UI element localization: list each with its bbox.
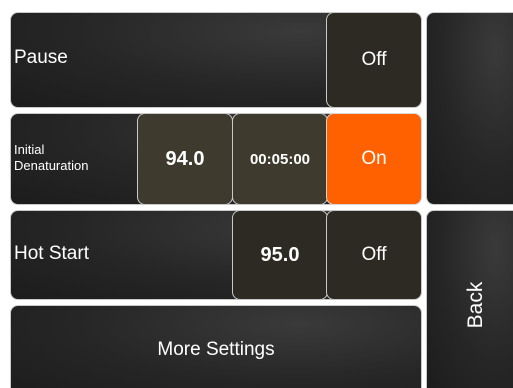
initial-denaturation-label: Initial Denaturation	[14, 142, 88, 174]
initial-denaturation-time-button[interactable]: 00:05:00	[232, 113, 328, 205]
hot-start-label: Hot Start	[14, 243, 89, 264]
initial-denaturation-toggle-button[interactable]: On	[326, 113, 422, 205]
back-label: Back	[464, 281, 487, 329]
hot-start-toggle-button[interactable]: Off	[326, 210, 422, 300]
initial-denaturation-label-line1: Initial	[14, 142, 45, 157]
more-settings-button[interactable]: More Settings	[10, 305, 422, 388]
initial-denaturation-temperature-button[interactable]: 94.0	[137, 113, 233, 205]
more-settings-label: More Settings	[157, 339, 275, 360]
initial-denaturation-label-line2: Denaturation	[14, 158, 89, 173]
pause-toggle-button[interactable]: Off	[326, 12, 422, 108]
hot-start-temperature-button[interactable]: 95.0	[232, 210, 328, 300]
pause-label: Pause	[14, 47, 68, 68]
side-blank-panel	[426, 12, 513, 205]
pcr-settings-screen: Pause Off Initial Denaturation 94.0 00:0…	[0, 0, 513, 388]
